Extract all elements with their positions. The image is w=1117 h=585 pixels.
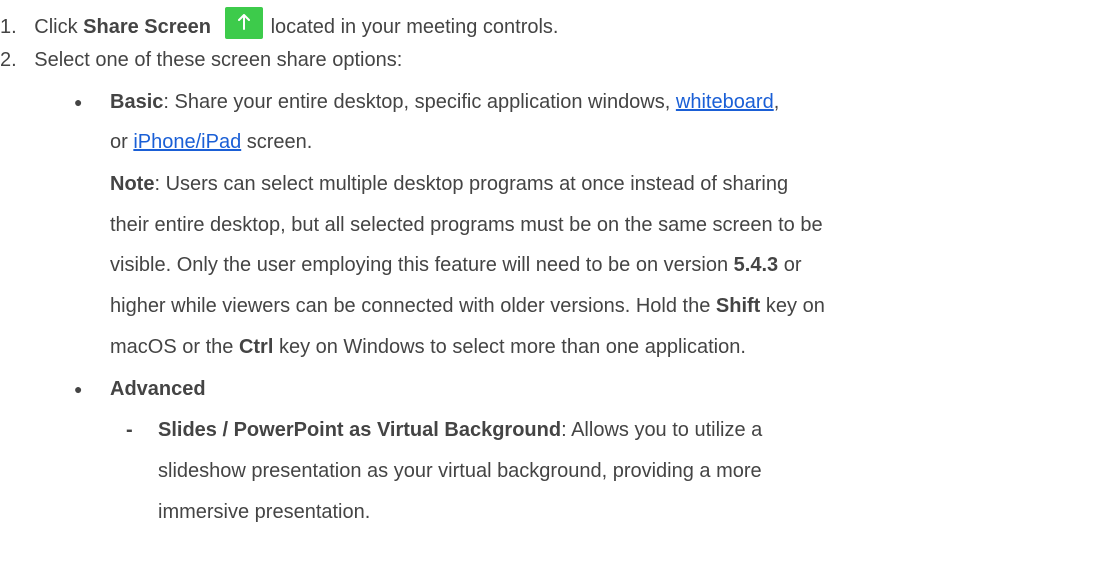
note-line-4: higher while viewers can be connected wi… bbox=[110, 294, 825, 318]
note-text-3: visible. Only the user employing this fe… bbox=[110, 254, 734, 276]
share-screen-button[interactable] bbox=[224, 7, 263, 39]
slides-line-1: Slides / PowerPoint as Virtual Backgroun… bbox=[158, 418, 762, 442]
step-1-prefix: Click bbox=[34, 16, 84, 38]
basic-screen: screen. bbox=[241, 131, 313, 153]
slides-line-2: slideshow presentation as your virtual b… bbox=[158, 459, 762, 483]
basic-line-1: Basic: Share your entire desktop, specif… bbox=[110, 90, 779, 114]
note-line-2: their entire desktop, but all selected p… bbox=[110, 213, 823, 237]
step-1-suffix: located in your meeting controls. bbox=[270, 16, 559, 38]
step-2-number: 2. bbox=[0, 49, 17, 71]
basic-or: or bbox=[110, 131, 134, 153]
slides-text-1: : Allows you to utilize a bbox=[561, 419, 763, 441]
dash-slides: - bbox=[126, 419, 133, 441]
advanced-line: Advanced bbox=[110, 377, 206, 401]
basic-comma: , bbox=[773, 91, 780, 113]
basic-label: Basic bbox=[110, 91, 164, 113]
share-screen-label: Share Screen bbox=[83, 16, 211, 38]
note-label: Note bbox=[110, 173, 155, 195]
step-2-text: Select one of these screen share options… bbox=[34, 49, 403, 71]
basic-line-2: or iPhone/iPad screen. bbox=[110, 130, 312, 154]
note-text-5: macOS or the bbox=[110, 336, 239, 358]
advanced-label: Advanced bbox=[110, 378, 206, 400]
note-text-4b: key on bbox=[760, 295, 825, 317]
ctrl-key: Ctrl bbox=[238, 336, 274, 358]
step-2: 2. Select one of these screen share opti… bbox=[0, 48, 402, 72]
basic-text: : Share your entire desktop, specific ap… bbox=[163, 91, 676, 113]
arrow-up-icon bbox=[237, 14, 250, 30]
note-text-2: their entire desktop, but all selected p… bbox=[110, 214, 823, 236]
note-line-3: visible. Only the user employing this fe… bbox=[110, 253, 802, 277]
document-page: 1. Click Share Screen located in your me… bbox=[0, 0, 1117, 585]
bullet-advanced: ● bbox=[74, 381, 83, 397]
slides-text-3: immersive presentation. bbox=[158, 501, 371, 523]
whiteboard-link[interactable]: whiteboard bbox=[676, 91, 774, 113]
slides-line-3: immersive presentation. bbox=[158, 500, 370, 524]
bullet-basic: ● bbox=[74, 94, 83, 110]
note-text-4: higher while viewers can be connected wi… bbox=[110, 295, 716, 317]
step-1-number: 1. bbox=[0, 16, 17, 38]
shift-key: Shift bbox=[715, 295, 761, 317]
iphone-ipad-link[interactable]: iPhone/iPad bbox=[133, 131, 241, 153]
note-text-5b: key on Windows to select more than one a… bbox=[273, 336, 746, 358]
note-line-5: macOS or the Ctrl key on Windows to sele… bbox=[110, 335, 746, 359]
note-line-1: Note: Users can select multiple desktop … bbox=[110, 172, 788, 196]
step-1: 1. Click Share Screen located in your me… bbox=[0, 7, 559, 39]
version-number: 5.4.3 bbox=[733, 254, 779, 276]
note-text-1: : Users can select multiple desktop prog… bbox=[154, 173, 789, 195]
note-text-3b: or bbox=[778, 254, 802, 276]
slides-label: Slides / PowerPoint as Virtual Backgroun… bbox=[158, 419, 562, 441]
slides-text-2: slideshow presentation as your virtual b… bbox=[158, 460, 762, 482]
